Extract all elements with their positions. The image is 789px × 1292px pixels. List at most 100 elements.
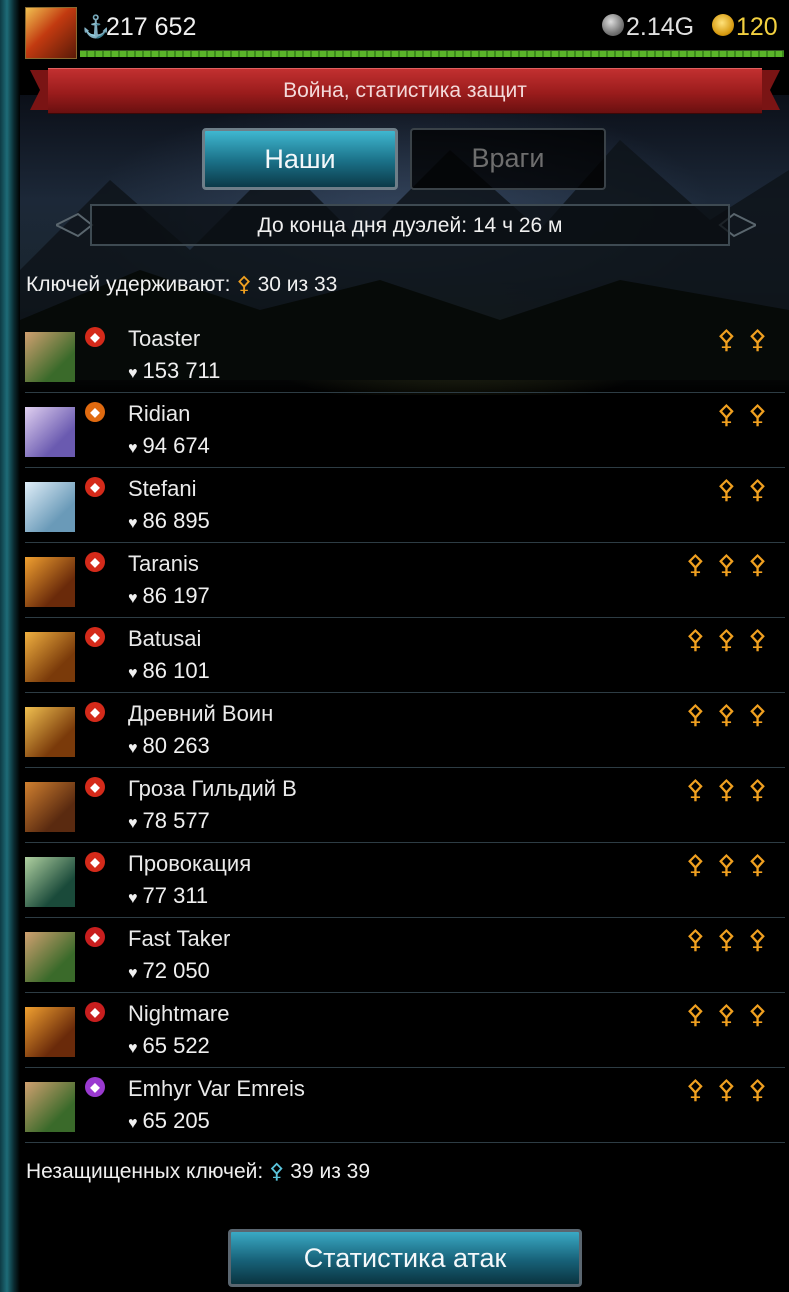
unprotected-keys-label: Незащищенных ключей: [26,1160,264,1183]
member-power-value: 78 577 [142,808,210,833]
key-icons: ⚴⚴⚴ [685,924,779,954]
gem-count: 2.14G [626,13,695,41]
member-name: Toaster [128,326,201,351]
member-avatar [25,1082,75,1132]
member-row[interactable]: ◆ Emhyr Var Emreis ♥ 65 205 ⚴⚴⚴ [25,1068,785,1143]
member-row[interactable]: ◆ Batusai ♥ 86 101 ⚴⚴⚴ [25,618,785,693]
key-icon: ⚴ [236,273,252,296]
heart-icon: ♥ [128,440,138,457]
member-power: ♥ 80 263 [128,733,210,759]
member-row[interactable]: ◆ Stefani ♥ 86 895 ⚴⚴ [25,468,785,543]
member-avatar [25,932,75,982]
member-row[interactable]: ◆ Ridian ♥ 94 674 ⚴⚴ [25,393,785,468]
heart-icon: ♥ [128,590,138,607]
rank-badge-icon: ◆ [85,327,105,347]
member-power-value: 65 205 [142,1108,210,1133]
page-title: Война, статистика защит [283,79,527,102]
rank-badge-icon: ◆ [85,477,105,497]
member-name: Fast Taker [128,926,231,951]
member-power-value: 153 711 [142,358,221,383]
rank-badge-icon: ◆ [85,627,105,647]
member-row[interactable]: ◆ Toaster ♥ 153 711 ⚴⚴ [25,318,785,393]
member-row[interactable]: ◆ Nightmare ♥ 65 522 ⚴⚴⚴ [25,993,785,1068]
progress-fill [80,51,784,57]
member-power-value: 86 895 [142,508,210,533]
member-avatar [25,407,75,457]
rank-badge-icon: ◆ [85,927,105,947]
member-avatar [25,857,75,907]
member-power: ♥ 72 050 [128,958,210,984]
unprotected-keys-value: 39 из 39 [290,1160,371,1183]
key-icons: ⚴⚴ [716,474,779,504]
member-power: ♥ 86 197 [128,583,210,609]
member-power: ♥ 65 205 [128,1108,210,1134]
member-power-value: 86 101 [142,658,210,683]
duel-timer-text: До конца дня дуэлей: 14 ч 26 м [257,214,563,237]
key-icon: ⚴ [269,1160,285,1183]
member-power-value: 80 263 [142,733,210,758]
heart-icon: ♥ [128,965,138,982]
member-name: Taranis [128,551,199,576]
coin-icon [712,14,734,36]
member-name: Древний Воин [128,701,274,726]
member-power: ♥ 86 895 [128,508,210,534]
member-avatar [25,482,75,532]
member-avatar [25,332,75,382]
key-icons: ⚴⚴⚴ [685,549,779,579]
member-power-value: 77 311 [142,883,209,908]
member-row[interactable]: ◆ Fast Taker ♥ 72 050 ⚴⚴⚴ [25,918,785,993]
keys-held: Ключей удерживают: ⚴ 30 из 33 [26,272,337,297]
key-icons: ⚴⚴⚴ [685,849,779,879]
progress-bar [80,50,784,57]
top-bar: ⚓ 217 652 2.14G 120 [20,0,789,59]
member-list: ◆ Toaster ♥ 153 711 ⚴⚴ ◆ Ridian ♥ 94 674 ⚴⚴ ◆ Stefa… [25,318,785,1143]
left-decor [0,0,20,1292]
rank-badge-icon: ◆ [85,852,105,872]
member-row[interactable]: ◆ Провокация ♥ 77 311 ⚴⚴⚴ [25,843,785,918]
player-power: 217 652 [106,13,197,41]
player-avatar[interactable] [25,7,77,59]
tab-ours[interactable]: Наши [202,128,398,190]
member-power: ♥ 77 311 [128,883,208,909]
member-name: Провокация [128,851,252,876]
screen: ⚓ 217 652 2.14G 120 Война, статистика за… [20,0,789,1292]
attack-stats-button[interactable]: Статистика атак [228,1229,582,1287]
member-name: Emhyr Var Emreis [128,1076,305,1101]
member-power: ♥ 78 577 [128,808,210,834]
member-avatar [25,632,75,682]
member-power: ♥ 94 674 [128,433,210,459]
key-icons: ⚴⚴⚴ [685,699,779,729]
member-row[interactable]: ◆ Гроза Гильдий В ♥ 78 577 ⚴⚴⚴ [25,768,785,843]
member-avatar [25,707,75,757]
title-banner: Война, статистика защит [30,68,780,114]
rank-badge-icon: ◆ [85,777,105,797]
key-icons: ⚴⚴ [716,399,779,429]
member-name: Гроза Гильдий В [128,776,297,801]
member-row[interactable]: ◆ Древний Воин ♥ 80 263 ⚴⚴⚴ [25,693,785,768]
member-power-value: 86 197 [142,583,210,608]
rank-badge-icon: ◆ [85,702,105,722]
heart-icon: ♥ [128,515,138,532]
member-power-value: 94 674 [142,433,210,458]
member-avatar [25,557,75,607]
keys-held-value: 30 из 33 [257,273,338,296]
member-avatar [25,782,75,832]
key-icons: ⚴⚴⚴ [685,1074,779,1104]
member-avatar [25,1007,75,1057]
key-icons: ⚴⚴⚴ [685,624,779,654]
member-name: Ridian [128,401,191,426]
rank-badge-icon: ◆ [85,402,105,422]
rank-badge-icon: ◆ [85,1077,105,1097]
coin-count: 120 [736,13,778,41]
member-power-value: 65 522 [142,1033,210,1058]
keys-held-label: Ключей удерживают: [26,273,231,296]
key-icons: ⚴⚴⚴ [685,999,779,1029]
duel-timer: До конца дня дуэлей: 14 ч 26 м [90,204,730,246]
heart-icon: ♥ [128,740,138,757]
rank-badge-icon: ◆ [85,552,105,572]
member-row[interactable]: ◆ Taranis ♥ 86 197 ⚴⚴⚴ [25,543,785,618]
heart-icon: ♥ [128,890,138,907]
rank-badge-icon: ◆ [85,1002,105,1022]
tab-enemies[interactable]: Враги [410,128,606,190]
heart-icon: ♥ [128,1040,138,1057]
